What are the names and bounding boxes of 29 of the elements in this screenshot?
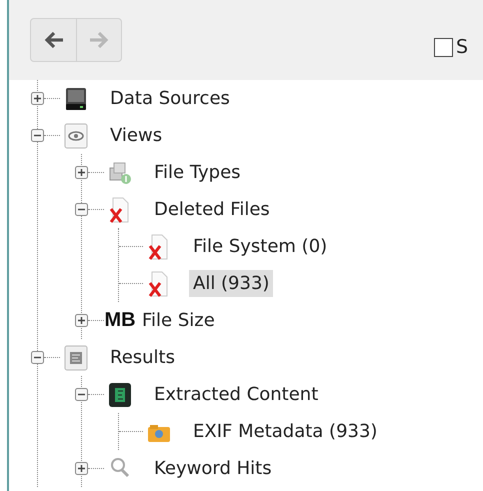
tree-item[interactable]: Views (106, 122, 166, 149)
tree-item[interactable]: File System (0) (189, 233, 332, 260)
collapse-toggle[interactable] (31, 129, 44, 142)
checkbox-label: S (456, 36, 468, 58)
tree-item[interactable]: Keyword Hits (150, 455, 276, 482)
hard-drive-icon (64, 86, 88, 112)
size-unit-label: MB (104, 309, 136, 332)
tree-item[interactable]: File Types (150, 159, 245, 186)
collapse-toggle[interactable] (31, 351, 44, 364)
tree-item[interactable]: EXIF Metadata (933) (189, 418, 382, 445)
forward-arrow-icon (88, 29, 110, 51)
eye-icon (64, 122, 88, 148)
file-types-icon (108, 160, 132, 186)
back-arrow-icon (42, 29, 64, 51)
extracted-content-icon (108, 382, 132, 408)
expand-toggle[interactable] (75, 166, 88, 179)
tree-item[interactable]: Data Sources (106, 85, 234, 112)
tree-item[interactable]: Deleted Files (150, 196, 274, 223)
collapse-toggle[interactable] (75, 203, 88, 216)
tree-item[interactable]: All (933) (189, 270, 274, 297)
results-icon (64, 344, 88, 370)
expand-toggle[interactable] (31, 92, 44, 105)
tree-item[interactable]: Extracted Content (150, 381, 322, 408)
checkbox[interactable] (434, 38, 453, 56)
tree-item[interactable]: Results (106, 344, 179, 371)
collapse-toggle[interactable] (75, 388, 88, 401)
expand-toggle[interactable] (75, 314, 88, 327)
tree-item[interactable]: File Size (138, 307, 219, 334)
expand-toggle[interactable] (75, 462, 88, 475)
